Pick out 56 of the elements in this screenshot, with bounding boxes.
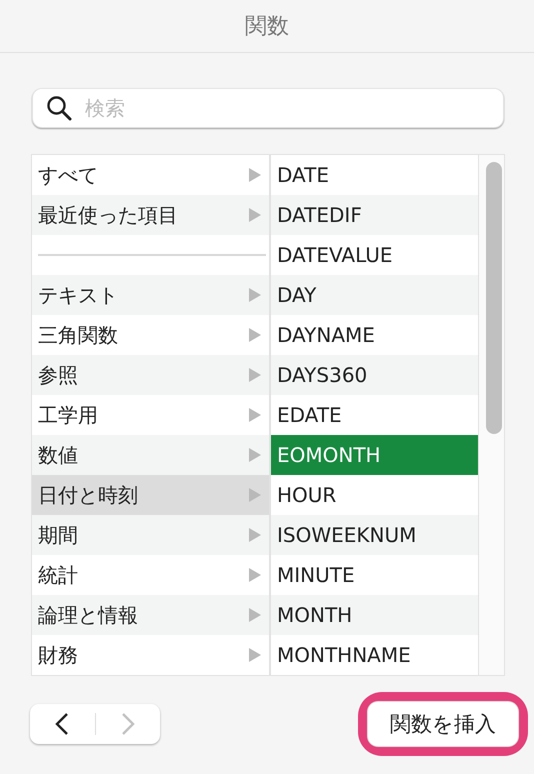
function-item[interactable]: DATEDIF [271,195,478,235]
triangle-icon [249,408,261,422]
category-label: 三角関数 [38,322,118,348]
function-item[interactable]: HOUR [271,475,478,515]
category-label: 日付と時刻 [38,482,138,508]
category-item[interactable]: テキスト [32,275,269,315]
triangle-icon [249,288,261,302]
triangle-icon [249,368,261,382]
search-field[interactable]: 検索 [32,88,504,128]
function-item[interactable]: ISOWEEKNUM [271,515,478,555]
category-label: テキスト [38,282,118,308]
function-item[interactable]: MONTHNAME [271,635,478,675]
function-item[interactable]: DATEVALUE [271,235,478,275]
category-label: 財務 [38,642,78,668]
triangle-icon [249,568,261,582]
category-label: 論理と情報 [38,602,138,628]
triangle-icon [249,448,261,462]
insert-function-button[interactable]: 関数を挿入 [368,702,518,746]
category-item[interactable]: 論理と情報 [32,595,269,635]
function-item[interactable]: DAY [271,275,478,315]
triangle-icon [249,328,261,342]
category-item[interactable]: 参照 [32,355,269,395]
function-item[interactable]: DAYS360 [271,355,478,395]
triangle-icon [249,608,261,622]
triangle-icon [249,488,261,502]
function-item[interactable]: MINUTE [271,555,478,595]
category-item[interactable]: 財務 [32,635,269,675]
triangle-icon [249,168,261,182]
category-label: 統計 [38,562,78,588]
category-label: 工学用 [38,402,98,428]
category-item[interactable]: 数値 [32,435,269,475]
category-item[interactable]: 三角関数 [32,315,269,355]
category-item[interactable]: 最近使った項目 [32,195,269,235]
function-item[interactable]: MONTH [271,595,478,635]
category-label: 期間 [38,522,78,548]
category-label: 参照 [38,362,78,388]
forward-icon [120,712,135,736]
function-item[interactable]: DATE [271,155,478,195]
category-label: 最近使った項目 [38,202,178,228]
category-item[interactable]: 期間 [32,515,269,555]
category-item[interactable]: すべて [32,155,269,195]
function-item[interactable]: DAYNAME [271,315,478,355]
category-item[interactable]: 日付と時刻 [32,475,269,515]
window-title: 関数 [245,13,289,41]
category-item[interactable]: 統計 [32,555,269,595]
function-item[interactable]: EOMONTH [271,435,478,475]
search-icon [46,95,72,121]
category-label: すべて [38,162,98,188]
triangle-icon [249,648,261,662]
triangle-icon [249,208,261,222]
category-label: 数値 [38,442,78,468]
scrollbar-thumb[interactable] [486,162,502,434]
triangle-icon [249,528,261,542]
function-item[interactable]: EDATE [271,395,478,435]
category-item[interactable]: 工学用 [32,395,269,435]
back-icon [55,712,70,736]
